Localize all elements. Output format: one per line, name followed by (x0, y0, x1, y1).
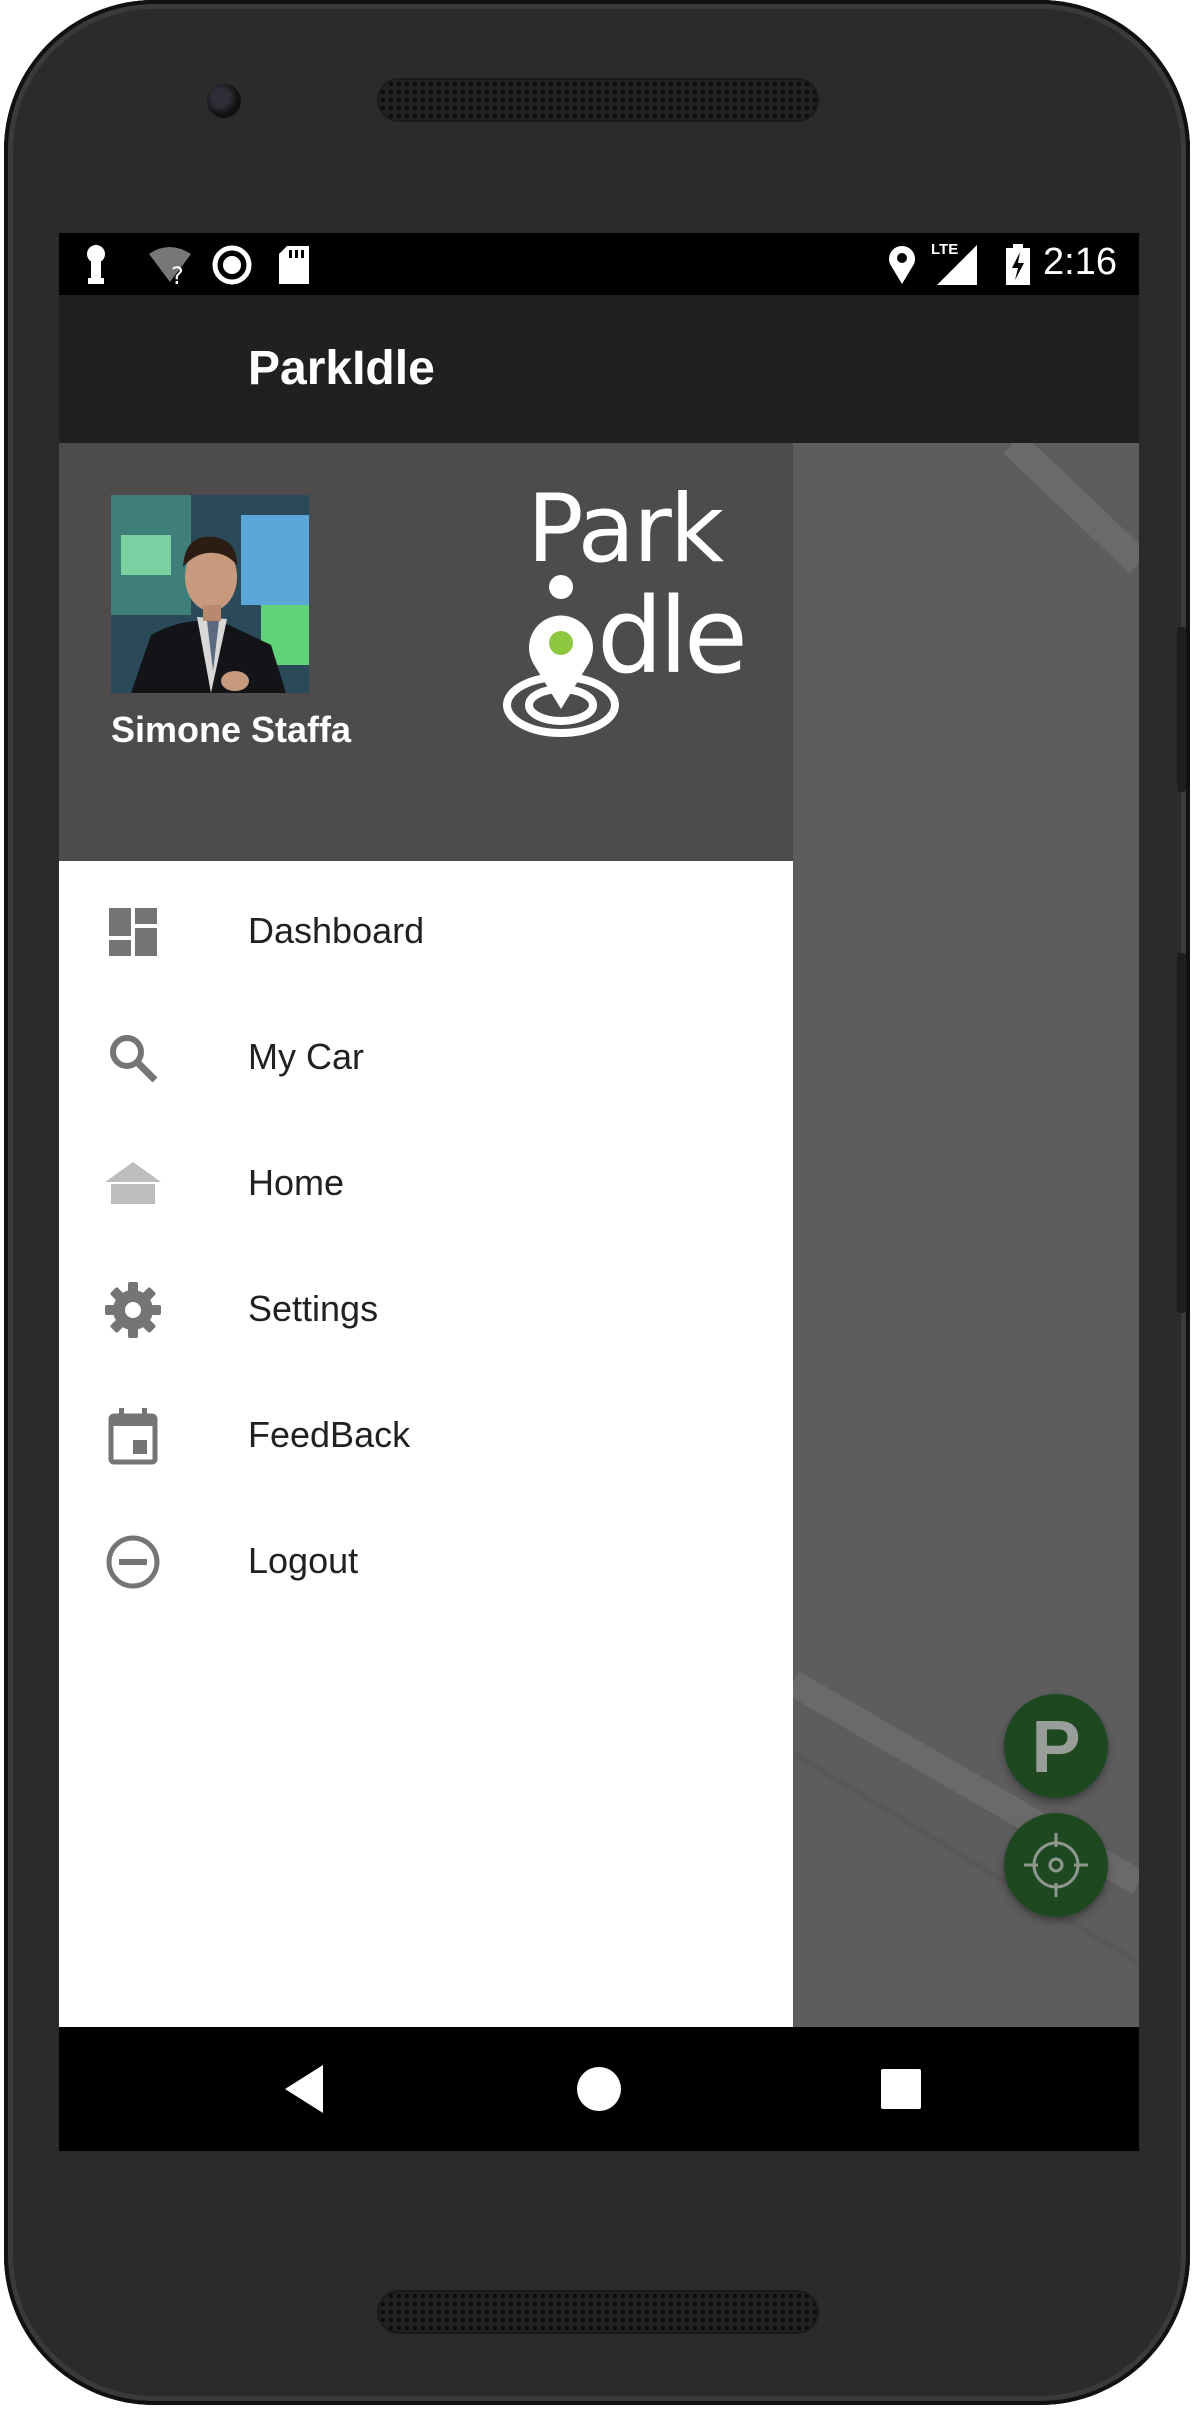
sync-circle-icon (212, 245, 252, 285)
front-camera (207, 84, 241, 118)
status-bar: ? LTE 2:16 (59, 233, 1139, 295)
menu-label-feedback: FeedBack (248, 1414, 411, 1455)
crosshair-icon (1024, 1833, 1088, 1897)
top-speaker (379, 80, 817, 120)
menu-label-settings: Settings (248, 1288, 379, 1329)
menu-label-dashboard: Dashboard (248, 910, 425, 951)
menu-item-settings[interactable]: Settings (59, 1247, 793, 1373)
phone-frame: ? LTE 2:16 ParkIdle P Simone Staffa Park… (4, 0, 1190, 2405)
volume-button (1177, 953, 1186, 1313)
search-icon (110, 1035, 158, 1083)
menu-item-feedback[interactable]: FeedBack (59, 1373, 793, 1499)
map-area[interactable]: P (793, 443, 1139, 2027)
location-icon (889, 246, 915, 284)
system-nav-bar (59, 2027, 1139, 2151)
locate-fab[interactable] (1004, 1813, 1108, 1917)
menu-item-dashboard[interactable]: Dashboard (59, 869, 793, 995)
recents-icon[interactable] (869, 2057, 933, 2121)
menu-label-my-car: My Car (248, 1036, 364, 1077)
home-circle-icon[interactable] (567, 2057, 631, 2121)
sd-card-icon (279, 246, 309, 284)
avatar[interactable] (111, 495, 309, 693)
svg-text:?: ? (171, 262, 184, 286)
gear-icon (105, 1282, 161, 1338)
user-name: Simone Staffa (111, 709, 352, 750)
parking-fab-label: P (1031, 1705, 1081, 1788)
menu-item-logout[interactable]: Logout (59, 1499, 793, 1625)
menu-item-my-car[interactable]: My Car (59, 995, 793, 1121)
drawer-header: Simone Staffa Park dle (59, 443, 793, 861)
app-title: ParkIdle (248, 342, 435, 395)
app-bar: ParkIdle (59, 295, 1139, 443)
menu-item-home[interactable]: Home (59, 1121, 793, 1247)
bottom-speaker (379, 2292, 817, 2332)
parking-fab[interactable]: P (1004, 1694, 1108, 1798)
logo-text-idle: dle (597, 575, 748, 697)
menu-label-home: Home (248, 1162, 345, 1203)
back-icon[interactable] (273, 2057, 337, 2121)
menu-label-logout: Logout (248, 1540, 359, 1581)
home-icon (105, 1162, 161, 1204)
map-roads (793, 443, 1139, 1966)
wifi-unknown-icon: ? (149, 247, 191, 286)
power-button (1177, 627, 1186, 792)
minus-circle-icon (106, 1535, 160, 1589)
clock: 2:16 (1043, 241, 1117, 283)
dashboard-icon (109, 908, 157, 956)
screen: ? LTE 2:16 ParkIdle P Simone Staffa Park… (59, 233, 1139, 2151)
battery-charging-icon (1006, 244, 1030, 285)
navigation-drawer: Simone Staffa Park dle Dashboard My Car … (59, 443, 793, 2027)
calendar-icon (108, 1408, 158, 1465)
logo-text-park: Park (527, 475, 724, 584)
lte-signal-icon: LTE (931, 241, 979, 287)
key-icon (87, 245, 105, 284)
